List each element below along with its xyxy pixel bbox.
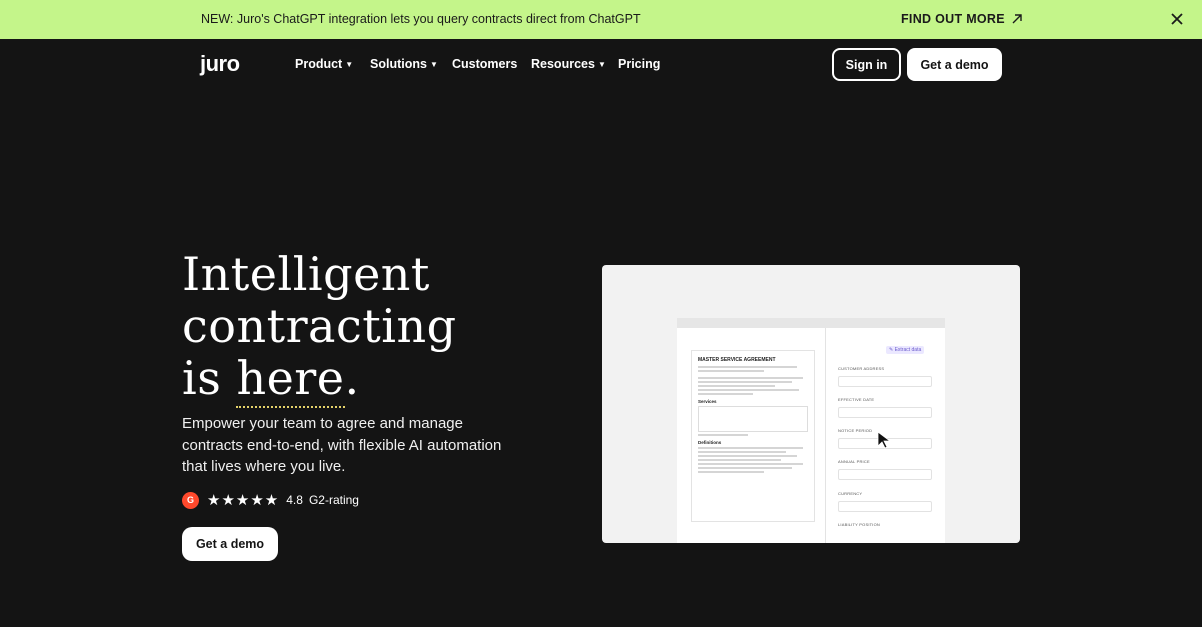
caret-down-icon: ▼ (345, 59, 354, 69)
nav-item-label: Resources (531, 57, 595, 71)
field-currency: CURRENCY (838, 491, 932, 512)
field-label: EFFECTIVE DATE (838, 397, 875, 402)
hero-title-line-3c: . (344, 351, 360, 405)
nav-item-pricing[interactable]: Pricing (618, 57, 660, 71)
nav-item-product[interactable]: Product ▼ (295, 57, 370, 71)
caret-down-icon: ▼ (429, 59, 438, 69)
field-input[interactable] (838, 376, 932, 387)
nav-item-solutions[interactable]: Solutions ▼ (370, 57, 452, 71)
caret-down-icon: ▼ (597, 59, 606, 69)
rating-label: G2-rating (308, 493, 359, 507)
find-out-more-label: FIND OUT MORE (901, 12, 1005, 26)
hero-title: Intelligent contracting is here. (182, 247, 457, 408)
announcement-banner: NEW: Juro's ChatGPT integration lets you… (0, 0, 1202, 39)
close-icon[interactable] (1168, 10, 1186, 28)
hero-title-line-2: contracting (182, 299, 457, 353)
contract-editor-mock: MASTER SERVICE AGREEMENT Services Defini… (677, 318, 945, 543)
field-annual-price: ANNUAL PRICE (838, 459, 932, 480)
get-demo-button-nav[interactable]: Get a demo (907, 48, 1002, 81)
field-label: ANNUAL PRICE (838, 459, 870, 464)
juro-logo[interactable]: juro (200, 51, 240, 77)
nav-item-label: Product (295, 57, 343, 71)
field-input[interactable] (838, 407, 932, 418)
field-customer-address: CUSTOMER ADDRESS (838, 366, 932, 387)
hero-title-highlight: here (236, 351, 345, 408)
hero-title-line-1: Intelligent (182, 247, 430, 301)
nav-item-label: Solutions (370, 57, 427, 71)
get-demo-button-hero[interactable]: Get a demo (182, 527, 278, 561)
doc-section-definitions: Definitions (698, 440, 722, 445)
extract-data-button[interactable]: ✎ Extract data (886, 346, 925, 354)
mouse-pointer-icon (877, 431, 892, 449)
field-label: CURRENCY (838, 491, 863, 496)
doc-table (698, 406, 808, 432)
field-liability-position: LIABILITY POSITION (838, 522, 932, 532)
field-effective-date: EFFECTIVE DATE (838, 397, 932, 418)
arrow-up-right-icon (1012, 14, 1022, 24)
g2-logo-icon: G (182, 491, 199, 509)
nav-item-label: Pricing (618, 57, 661, 71)
product-preview: MASTER SERVICE AGREEMENT Services Defini… (602, 265, 1020, 543)
field-input[interactable] (838, 469, 932, 480)
rating-score: 4.8 (286, 493, 303, 507)
doc-section-services: Services (698, 399, 717, 404)
field-label: CUSTOMER ADDRESS (838, 366, 885, 371)
sign-in-button[interactable]: Sign in (832, 48, 901, 81)
g2-rating: G ★★★★★ 4.8 G2-rating (182, 491, 359, 509)
field-label: LIABILITY POSITION (838, 522, 880, 527)
find-out-more-link[interactable]: FIND OUT MORE (901, 12, 1023, 26)
nav-item-customers[interactable]: Customers (452, 57, 531, 71)
top-navigation: juro Product ▼ Solutions ▼ Customers Resou… (0, 39, 1202, 89)
hero-subtitle: Empower your team to agree and manage co… (182, 415, 502, 475)
doc-title: MASTER SERVICE AGREEMENT (698, 357, 776, 363)
field-input[interactable] (838, 501, 932, 512)
nav-item-label: Customers (452, 57, 518, 71)
hero-title-line-3a: is (182, 351, 237, 405)
banner-message: NEW: Juro's ChatGPT integration lets you… (201, 12, 641, 26)
five-star-icon: ★★★★★ (207, 492, 280, 509)
nav-item-resources[interactable]: Resources ▼ (531, 57, 618, 71)
contract-document: MASTER SERVICE AGREEMENT Services Defini… (691, 350, 815, 522)
nav-menu: Product ▼ Solutions ▼ Customers Resources ▼… (295, 57, 660, 71)
